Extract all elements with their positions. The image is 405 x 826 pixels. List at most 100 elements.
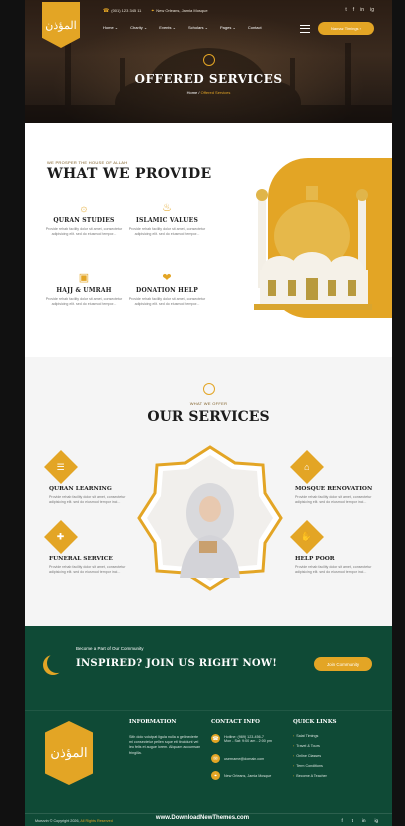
namaz-timings-label: Namaz Timings (330, 26, 359, 31)
quick-link[interactable]: Become A Teacher (293, 774, 327, 778)
ornament-icon (203, 54, 215, 66)
location-icon: ⌖ (211, 771, 220, 780)
service-text: Provide rehab facility dolor sit amet, c… (49, 495, 126, 504)
funeral-glyph: ✚ (57, 531, 65, 542)
page-title: OFFERED SERVICES (134, 72, 283, 86)
feature-islamic-values: ♨ ISLAMIC VALUES Provide rehab facility … (128, 201, 206, 237)
quick-link[interactable]: Term Conditions (293, 764, 323, 768)
phone-icon: ☎ (103, 8, 110, 14)
provide-eyebrow: WE PROSPER THE HOUSE OF ALLAH (47, 160, 128, 165)
phone-icon: ☎ (211, 734, 220, 743)
service-title[interactable]: FUNERAL SERVICE (49, 556, 139, 562)
feature-title[interactable]: QURAN STUDIES (45, 217, 123, 224)
mosque-illustration (228, 158, 392, 318)
namaz-timings-button[interactable]: Namaz Timings › (318, 22, 374, 35)
nav-charity[interactable]: Charity ⌄ (130, 25, 147, 30)
quick-link[interactable]: Salat Timings (293, 734, 318, 738)
contact-email-text: username@domain.com (224, 756, 265, 761)
provide-title: WHAT WE PROVIDE (47, 166, 212, 182)
service-title[interactable]: HELP POOR (295, 556, 385, 562)
nav-scholars[interactable]: Scholars ⌄ (188, 25, 208, 30)
breadcrumb-home[interactable]: Home (187, 90, 198, 95)
mosque-icon: ⌂ (290, 450, 324, 484)
quran-icon: ۞ (80, 202, 88, 214)
ornament-icon (203, 383, 215, 395)
crescent-moon-icon (47, 653, 67, 673)
services-section: WHAT WE OFFER OUR SERVICES ☰ QURAN LEARN… (25, 357, 392, 626)
feature-text: Provide rehab facility dolor sit amet, c… (45, 227, 123, 236)
footer-info-text: Sith dolo volutpat ligula nulla a geline… (129, 735, 201, 755)
cta-title: INSPIRED? JOIN US RIGHT NOW! (76, 658, 278, 669)
service-title[interactable]: MOSQUE RENOVATION (295, 486, 385, 492)
service-title[interactable]: QURAN LEARNING (49, 486, 139, 492)
contact-address-text: New Orleans, Jamia Mosque (224, 773, 272, 778)
breadcrumb-current: Offered Services (200, 90, 231, 95)
service-mosque-renovation: ⌂ MOSQUE RENOVATION Provide rehab facili… (290, 450, 385, 505)
quick-link[interactable]: Online Classes (293, 754, 321, 758)
nav-home[interactable]: Home ⌄ (103, 25, 118, 30)
feature-title[interactable]: DONATION HELP (128, 287, 206, 294)
service-text: Provide rehab facility dolor sit amet, c… (295, 565, 372, 574)
lantern-icon: ♨ (162, 202, 172, 214)
location-icon: ⌖ (151, 8, 155, 14)
address-text: New Orleans, Jamia Mosque (156, 8, 208, 13)
service-quran-learning: ☰ QURAN LEARNING Provide rehab facility … (44, 450, 139, 505)
mosque-glyph: ⌂ (304, 462, 310, 472)
footer-info-title: INFORMATION (129, 719, 177, 725)
mail-icon: ✉ (211, 754, 220, 763)
footer-logo[interactable]: المؤذن (45, 721, 93, 785)
logo-text: المؤذن (45, 18, 77, 32)
feature-text: Provide rehab facility dolor sit amet, c… (45, 297, 123, 306)
contact-address: ⌖ New Orleans, Jamia Mosque (211, 771, 271, 780)
services-eyebrow: WHAT WE OFFER (189, 401, 228, 406)
kaaba-icon: ▣ (78, 272, 90, 284)
services-center-photo (137, 445, 283, 591)
contact-hours-text: Mon - Sat: 9:00 am - 2:00 pm (224, 738, 272, 743)
nav-pages[interactable]: Pages ⌄ (220, 25, 236, 30)
feature-quran-studies: ۞ QURAN STUDIES Provide rehab facility d… (45, 201, 123, 237)
twitter-icon[interactable]: t (345, 7, 346, 13)
feature-hajj-umrah: ▣ HAJJ & UMRAH Provide rehab facility do… (45, 271, 123, 307)
page: المؤذن ☎ (001) 123 345 11 ⌖ New Orleans, J… (25, 0, 392, 826)
help-glyph: ✋ (301, 531, 313, 542)
quran-glyph: ☰ (56, 461, 66, 472)
cta-subtitle: Become a Part of Our Community (76, 646, 144, 651)
watermark: www.DownloadNewThemes.com (155, 815, 250, 821)
feature-text: Provide rehab facility dolor sit amet, c… (128, 227, 206, 236)
linkedin-icon[interactable]: in (360, 7, 364, 13)
join-community-button[interactable]: Join Community (314, 657, 372, 671)
topbar-phone[interactable]: ☎ (001) 123 345 11 (103, 8, 141, 14)
social-links-top: t f in ig (345, 7, 374, 13)
feature-text: Provide rehab facility dolor sit amet, c… (128, 297, 206, 306)
service-funeral: ✚ FUNERAL SERVICE Provide rehab facility… (44, 520, 139, 575)
hamburger-menu-icon[interactable] (300, 25, 310, 33)
main-nav: Home ⌄ Charity ⌄ Events ⌄ Scholars ⌄ Pag… (103, 25, 262, 30)
facebook-icon[interactable]: f (353, 7, 354, 13)
service-text: Provide rehab facility dolor sit amet, c… (295, 495, 372, 504)
hero-banner: المؤذن ☎ (001) 123 345 11 ⌖ New Orleans, J… (25, 0, 392, 123)
footer-contact-title: CONTACT INFO (211, 719, 260, 725)
contact-phone[interactable]: ☎ Hotline: (989) 123-456-7 Mon - Sat: 9:0… (211, 734, 272, 743)
feature-title[interactable]: HAJJ & UMRAH (45, 287, 123, 294)
contact-email[interactable]: ✉ username@domain.com (211, 754, 264, 763)
help-icon: ✋ (290, 520, 324, 554)
topbar: ☎ (001) 123 345 11 ⌖ New Orleans, Jamia Mo… (103, 8, 208, 14)
quran-icon: ☰ (44, 450, 78, 484)
feature-title[interactable]: ISLAMIC VALUES (128, 217, 206, 224)
footer-links-title: QUICK LINKS (293, 719, 337, 725)
phone-text: (001) 123 345 11 (111, 8, 142, 13)
service-help-poor: ✋ HELP POOR Provide rehab facility dolor… (290, 520, 385, 575)
breadcrumb-separator: / (198, 90, 200, 95)
topbar-address: ⌖ New Orleans, Jamia Mosque (151, 8, 207, 14)
instagram-icon[interactable]: ig (370, 7, 374, 13)
service-text: Provide rehab facility dolor sit amet, c… (49, 565, 126, 574)
cta-banner: Become a Part of Our Community INSPIRED?… (25, 626, 392, 710)
nav-events[interactable]: Events ⌄ (159, 25, 176, 30)
donation-icon: ❤ (162, 272, 172, 284)
nav-contact[interactable]: Contact (248, 25, 262, 30)
footer: المؤذن INFORMATION Sith dolo volutpat li… (25, 710, 392, 826)
footer-logo-text: المؤذن (50, 745, 88, 761)
funeral-icon: ✚ (44, 520, 78, 554)
quick-link[interactable]: Travel & Tours (293, 744, 320, 748)
services-title: OUR SERVICES (147, 409, 270, 425)
